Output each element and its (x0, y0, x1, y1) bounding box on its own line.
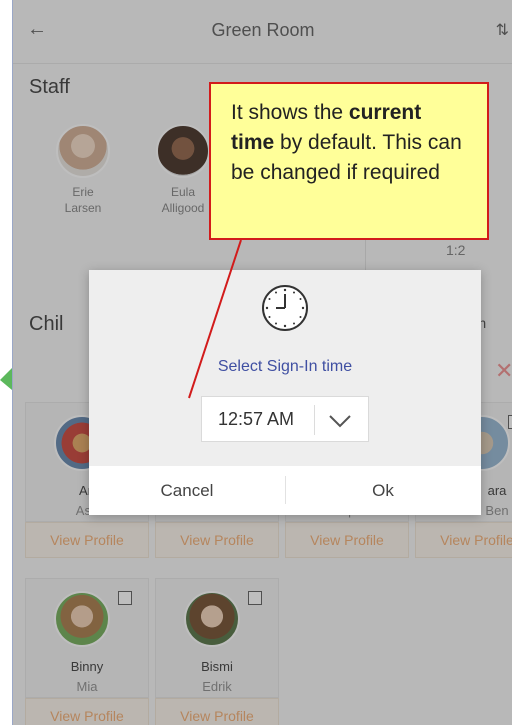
annotation-callout: It shows the current time by default. Th… (209, 82, 489, 240)
chevron-down-icon[interactable] (326, 407, 354, 435)
dialog-label: Select Sign-In time (217, 358, 353, 375)
app-screen: ← Green Room ⇅ Staff Erie Larsen Eula Al… (12, 0, 512, 725)
dialog-body: Select Sign-In time 12:57 AM (89, 270, 481, 466)
time-dropdown[interactable]: 12:57 AM (201, 396, 369, 442)
cancel-button[interactable]: Cancel (89, 466, 285, 515)
clock-icon (262, 285, 308, 331)
sign-in-time-dialog: Select Sign-In time 12:57 AM Cancel Ok (89, 270, 481, 515)
green-arrow-indicator (0, 368, 12, 390)
divider (314, 405, 315, 435)
ok-button[interactable]: Ok (285, 466, 481, 515)
time-value: 12:57 AM (218, 409, 295, 429)
callout-text: It shows the (231, 101, 349, 124)
